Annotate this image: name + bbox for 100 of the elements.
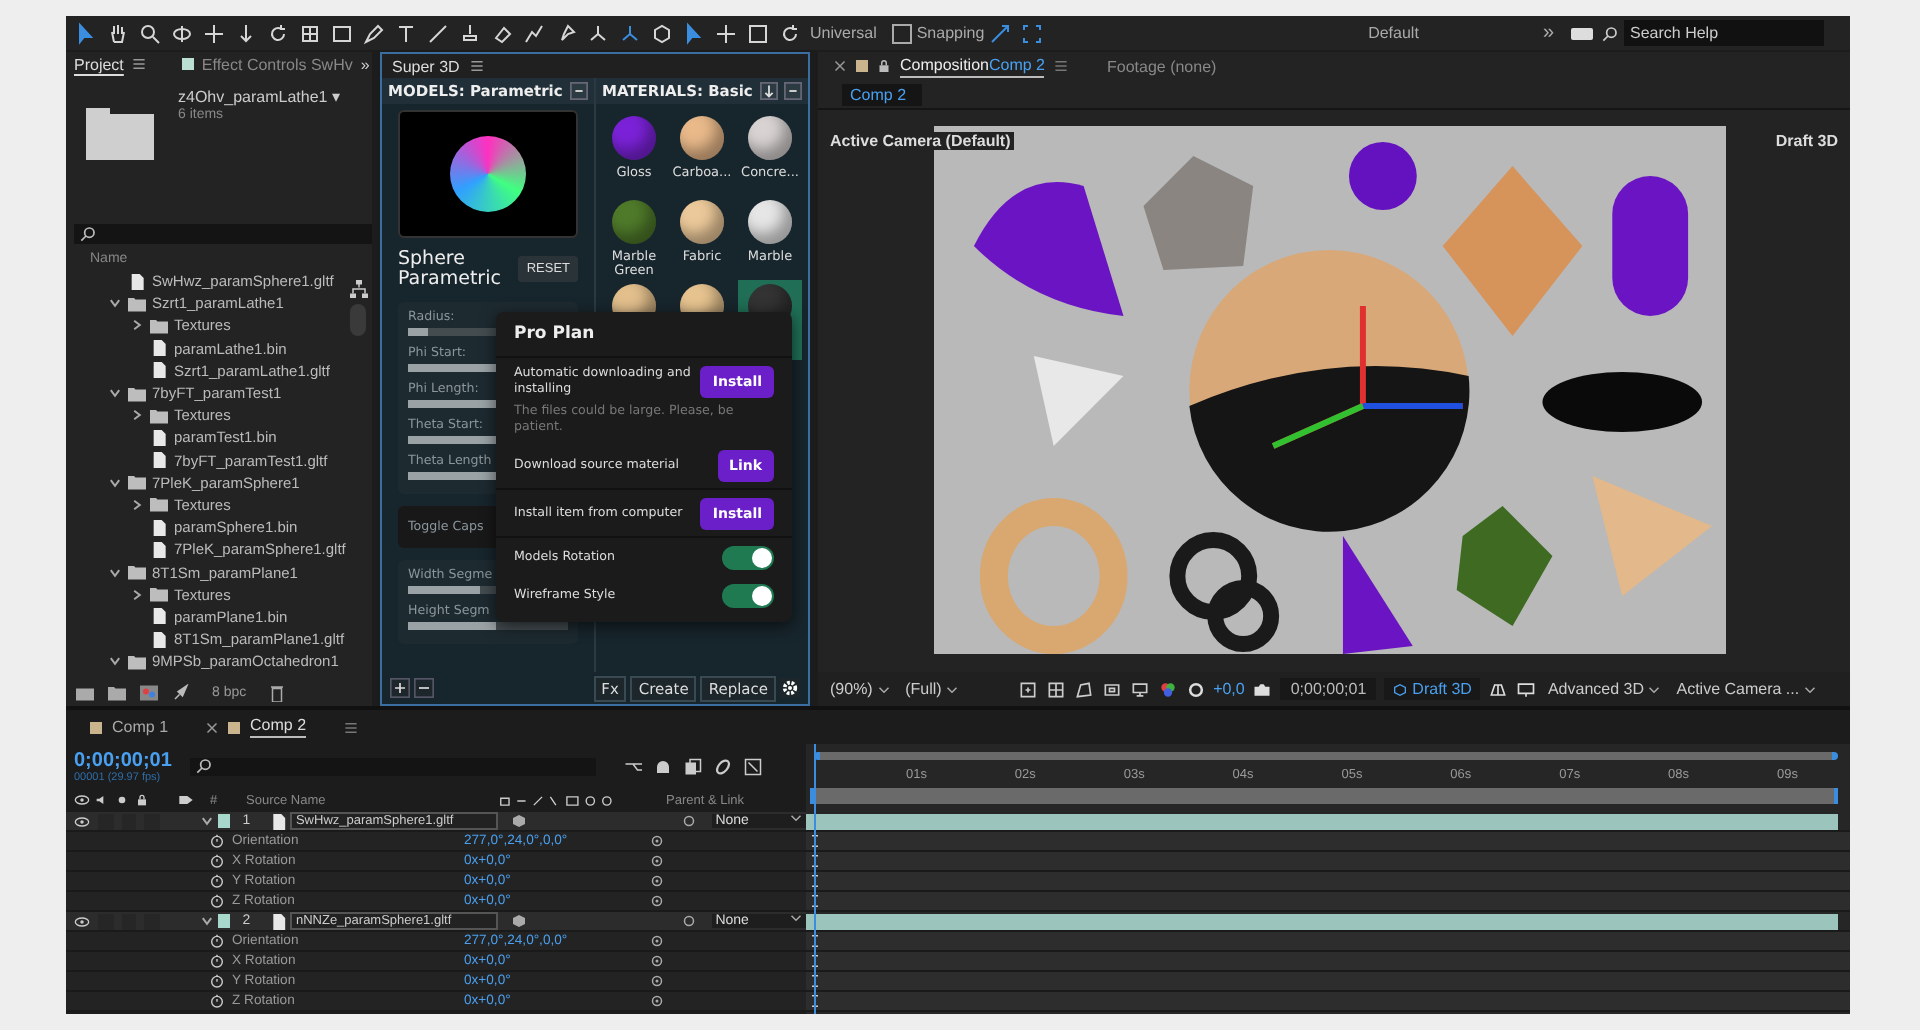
graph-editor-icon[interactable] [744,757,762,775]
stopwatch-icon[interactable] [210,954,224,968]
extended-viewer-icon[interactable] [1515,679,1536,699]
stopwatch-icon[interactable] [210,874,224,888]
camera-icon[interactable] [1252,679,1273,699]
draft-3d-button[interactable]: Draft 3D [1384,678,1480,700]
expand-chevron-icon[interactable] [108,654,122,669]
expand-chevron-icon[interactable] [130,318,144,333]
visibility-icon[interactable] [74,794,90,806]
cube-icon[interactable] [650,21,674,45]
collapse-button[interactable] [784,82,802,100]
flowchart-icon[interactable] [624,757,642,775]
current-time-display[interactable]: 0;00;00;01 [1280,678,1377,700]
add-button[interactable] [390,678,410,698]
monitor-icon[interactable] [1129,679,1150,699]
close-icon[interactable] [834,60,846,72]
lock-icon[interactable] [134,794,150,806]
layer-duration-bar[interactable] [806,913,1838,929]
snap-icon[interactable] [988,21,1013,45]
stopwatch-icon[interactable] [210,974,224,988]
expand-chevron-icon[interactable] [108,386,122,401]
resolution-dropdown[interactable]: (Full) [901,680,1010,698]
square-icon[interactable] [746,21,770,45]
menu-icon[interactable] [344,721,359,733]
collapse-button[interactable] [570,82,588,100]
label-color-swatch[interactable] [217,814,231,828]
timeline-tab[interactable]: Comp 1 [112,718,169,736]
exposure-icon[interactable] [1185,679,1206,699]
exposure-value[interactable]: +0,0 [1213,680,1245,698]
3d-layer-switch-icon[interactable] [509,814,528,828]
slider-fill[interactable] [408,585,480,594]
rotate-icon[interactable] [266,21,290,45]
close-icon[interactable] [206,721,219,733]
visibility-icon[interactable] [74,915,90,927]
more-workspaces-button[interactable]: » [1542,22,1554,44]
pen-icon[interactable] [362,21,386,45]
frame-icon[interactable] [1020,21,1045,45]
label-icon[interactable] [178,794,194,806]
expand-chevron-icon[interactable] [130,587,144,602]
rectangle-icon[interactable] [330,21,354,45]
menu-icon[interactable] [1054,60,1069,72]
expand-chevron-icon[interactable] [199,914,214,928]
viewer-tab[interactable]: Footage (none) [1106,57,1217,75]
snapping-checkbox[interactable] [892,23,913,43]
universal-label[interactable]: Universal [810,24,877,42]
settings-icon[interactable] [780,678,800,698]
remove-button[interactable] [414,678,434,698]
menu-icon[interactable] [469,60,484,72]
parent-pick-whip-icon[interactable] [679,914,698,928]
trash-icon[interactable] [268,683,287,701]
layer-duration-bar[interactable] [806,813,1838,829]
expand-chevron-icon[interactable] [130,497,144,512]
solo-icon[interactable] [114,794,130,806]
more-panels-button[interactable]: » [360,55,370,73]
selected-item-name[interactable]: z4Ohv_paramLathe1 ▾ [178,88,340,106]
slider-fill[interactable] [408,363,496,372]
panel-title[interactable]: Super 3D [392,57,460,75]
plus-icon[interactable] [714,21,738,45]
slider-fill[interactable] [408,399,496,408]
expand-chevron-icon[interactable] [199,814,214,828]
grid-icon[interactable] [298,21,322,45]
region-icon[interactable] [1017,679,1038,699]
3d-layer-switch-icon[interactable] [509,914,528,928]
mask-icon[interactable] [1073,679,1094,699]
workspace-label[interactable]: Default [1368,24,1419,42]
eraser-icon[interactable] [490,21,514,45]
selection-arrow-icon[interactable] [682,21,706,45]
brush-icon[interactable] [426,21,450,45]
toggle-switch[interactable] [722,545,774,570]
slider-track[interactable] [408,621,568,630]
search-help-field[interactable]: Search Help [1624,20,1824,46]
comp-breadcrumb[interactable]: Comp 2 [842,83,922,105]
timeline-tab[interactable]: Comp 2 [250,716,307,738]
expand-chevron-icon[interactable] [108,565,122,580]
composition-icon[interactable] [140,683,158,701]
axis-icon[interactable] [586,21,610,45]
guides-icon[interactable] [1101,679,1122,699]
hand-icon[interactable] [106,21,130,45]
interpret-footage-icon[interactable] [76,683,94,701]
move-icon[interactable] [202,21,226,45]
stopwatch-icon[interactable] [210,834,224,848]
slider-fill[interactable] [408,435,496,444]
transparency-grid-icon[interactable] [1045,679,1066,699]
orbit-icon[interactable] [170,21,194,45]
slider-fill[interactable] [408,621,496,630]
selection-arrow-icon[interactable] [74,21,98,45]
slider-fill[interactable] [408,471,496,480]
lock-icon[interactable] [878,60,890,72]
expand-chevron-icon[interactable] [108,296,122,311]
timeline-timecode[interactable]: 0;00;00;01 [74,749,178,771]
expand-chevron-icon[interactable] [108,475,122,490]
frame-blend-icon[interactable] [684,757,702,775]
panel-tab[interactable]: Effect Controls SwHv [201,55,353,73]
ground-plane-icon[interactable] [1487,679,1508,699]
stamp-icon[interactable] [458,21,482,45]
layer-search-field[interactable] [190,757,596,775]
visibility-icon[interactable] [74,815,90,827]
axis-icon[interactable] [618,21,642,45]
type-icon[interactable] [394,21,418,45]
download-icon[interactable] [760,82,778,100]
